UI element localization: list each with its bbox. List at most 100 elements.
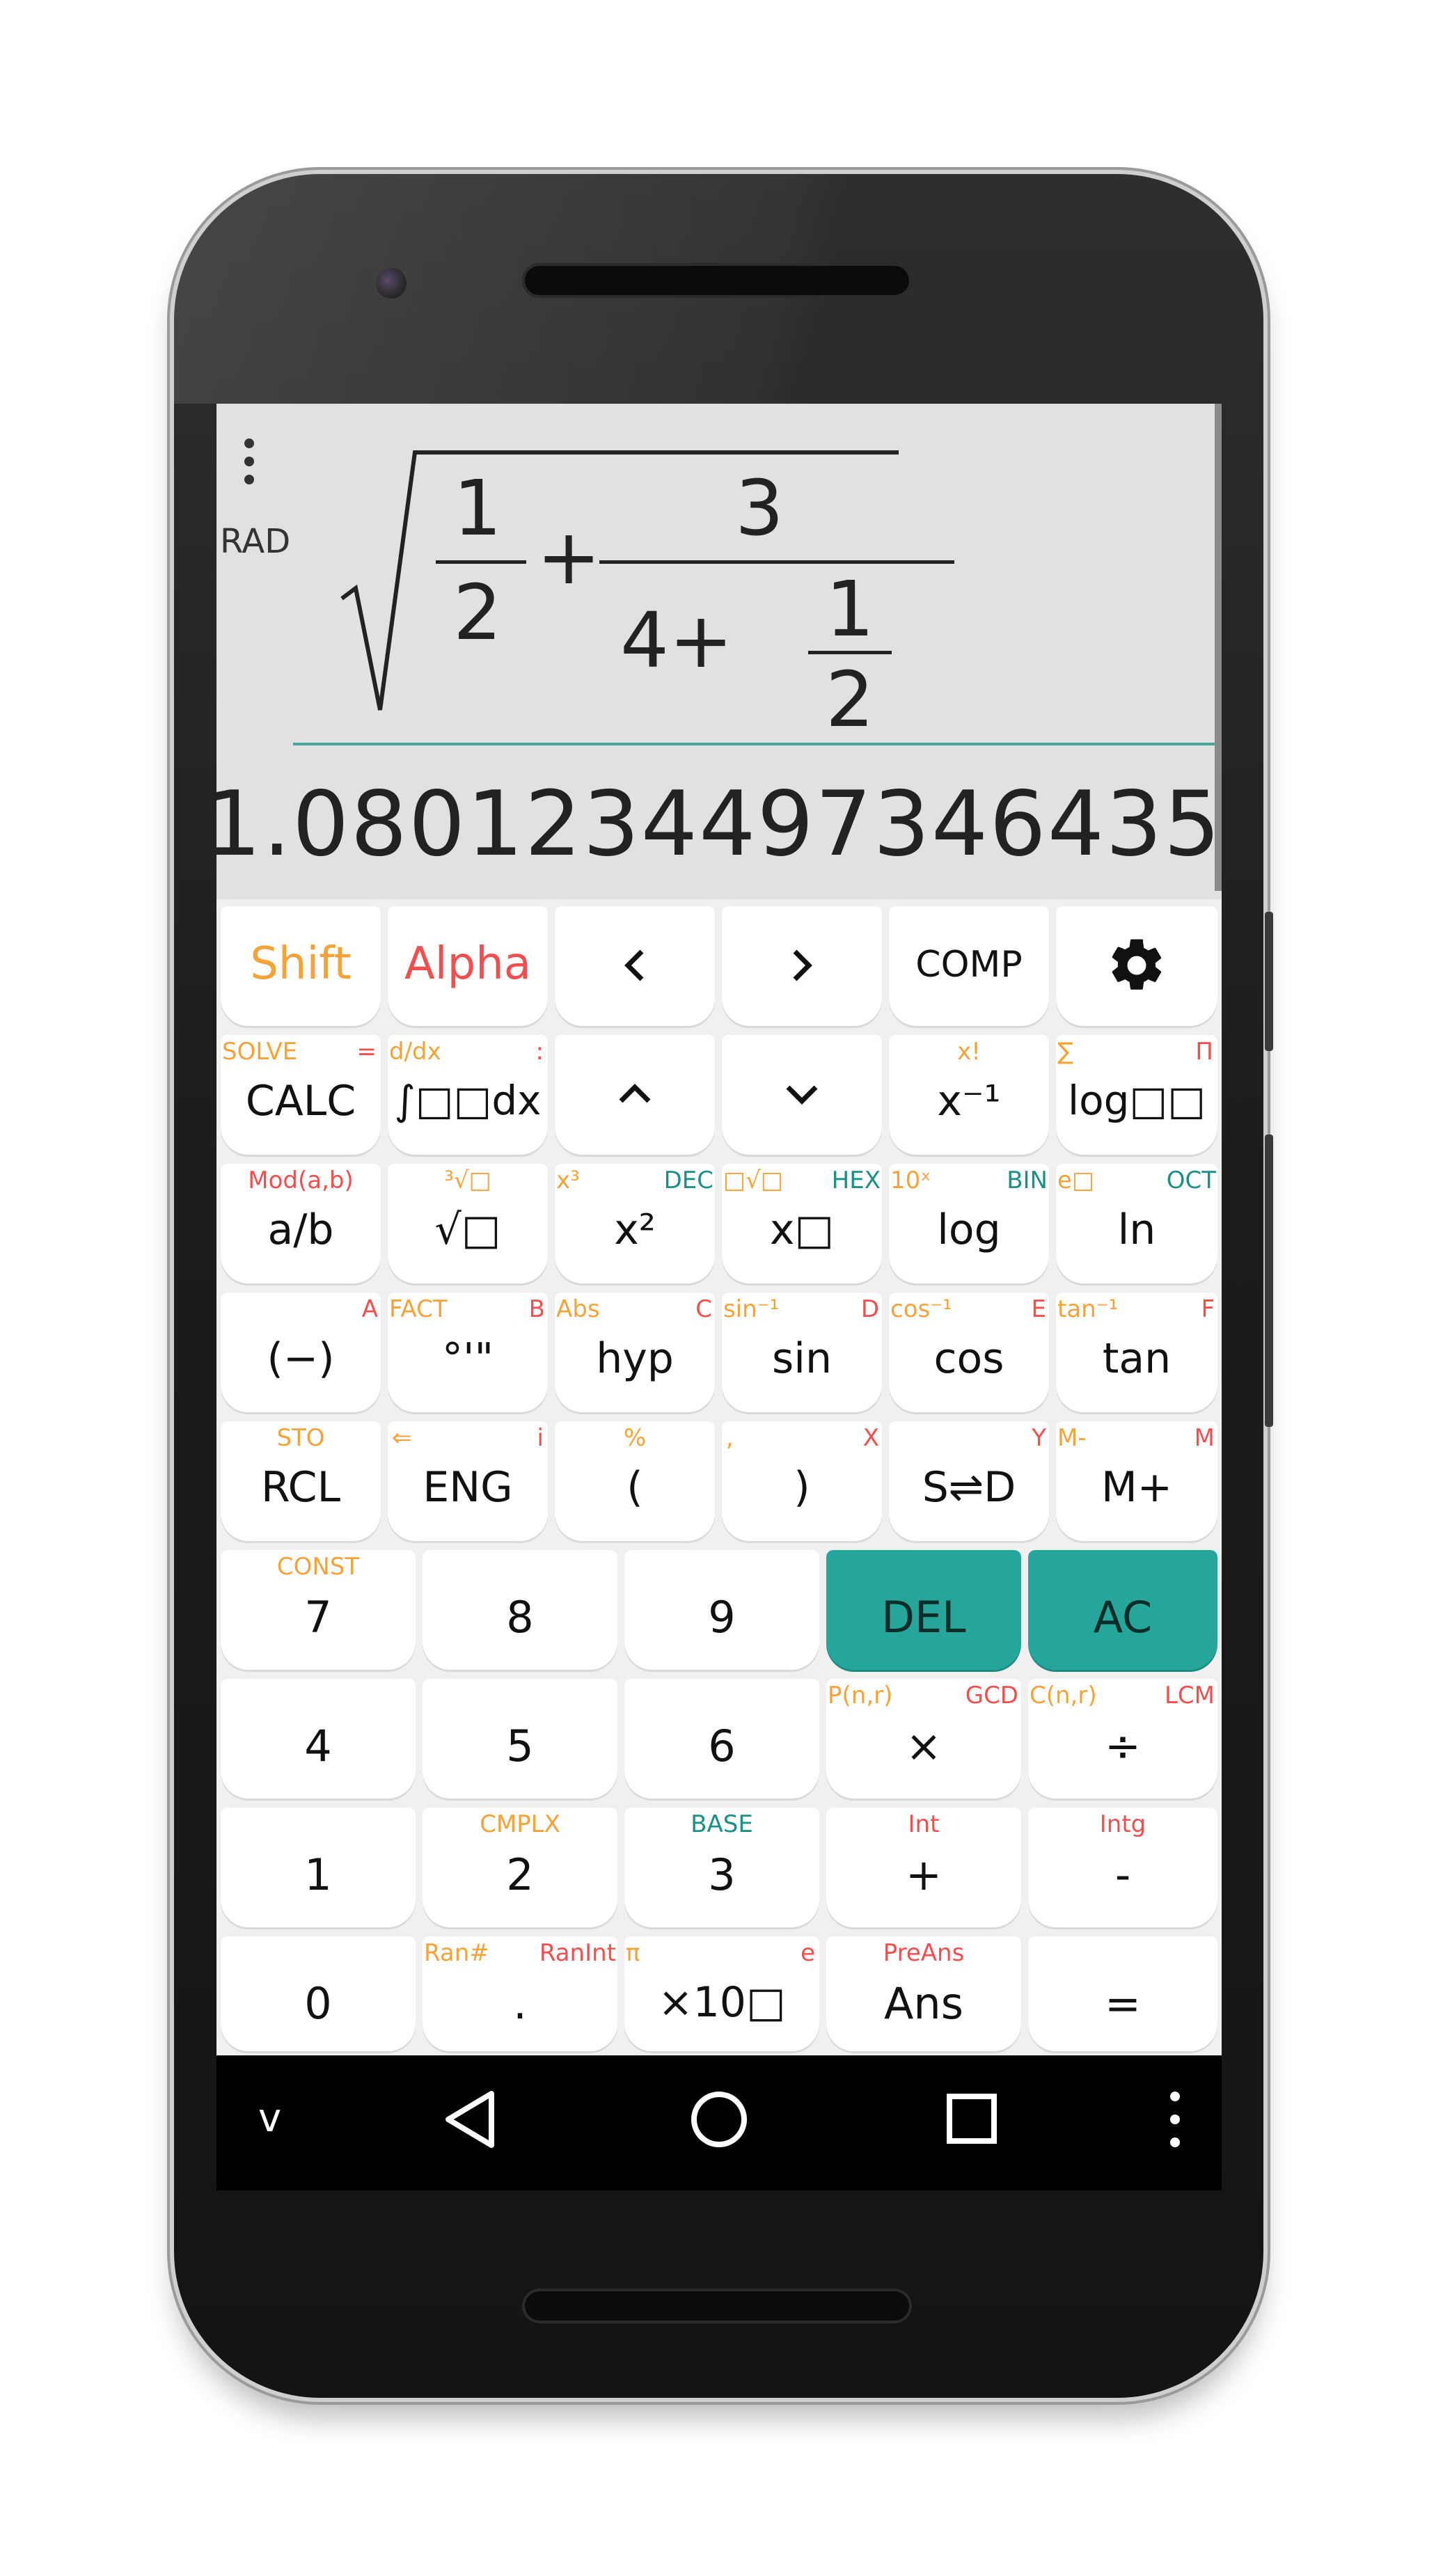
fact-secondary: FACT — [389, 1295, 448, 1323]
memory-plus-label: M+ — [1101, 1463, 1173, 1512]
nthroot-secondary: □√□ — [723, 1167, 783, 1194]
eng-button[interactable]: ⇐ i ENG — [388, 1421, 548, 1541]
minus-button[interactable]: Intg - — [1028, 1808, 1217, 1927]
ans-button[interactable]: PreAns Ans — [826, 1936, 1021, 2051]
digit-5-label: 5 — [506, 1721, 534, 1771]
power-button-key[interactable]: □√□ HEX x□ — [722, 1164, 882, 1283]
sin-button[interactable]: sin⁻¹ D sin — [722, 1293, 882, 1412]
permutation-secondary: P(n,r) — [828, 1682, 893, 1709]
square-button[interactable]: x³ DEC x² — [555, 1164, 715, 1283]
calculator-display: RAD 1 2 + 3 4+ 1 2 1.0801234497346435 — [216, 404, 1222, 899]
delete-button[interactable]: DEL — [826, 1550, 1021, 1670]
digit-5-button[interactable]: 5 — [423, 1679, 617, 1799]
back-icon[interactable] — [443, 2088, 498, 2151]
var-x-alpha: X — [862, 1424, 879, 1452]
digit-8-button[interactable]: 8 — [423, 1550, 617, 1670]
equals-button[interactable]: = — [1028, 1936, 1217, 2051]
digit-2-button[interactable]: CMPLX 2 — [423, 1808, 617, 1927]
digit-9-button[interactable]: 9 — [624, 1550, 819, 1670]
earpiece-speaker — [522, 263, 912, 298]
digit-3-button[interactable]: BASE 3 — [624, 1808, 819, 1927]
reciprocal-button[interactable]: x! x⁻¹ — [889, 1035, 1049, 1155]
divide-button[interactable]: C(n,r) LCM ÷ — [1028, 1679, 1217, 1799]
multiply-label: × — [906, 1721, 942, 1771]
digit-7-button[interactable]: CONST 7 — [221, 1550, 416, 1670]
arccos-secondary: cos⁻¹ — [890, 1295, 952, 1323]
negate-button[interactable]: A (−) — [221, 1293, 381, 1412]
sin-label: sin — [772, 1334, 832, 1383]
collapse-keyboard-button[interactable]: v — [258, 2096, 281, 2141]
sum-secondary: ∑ — [1057, 1038, 1073, 1066]
logbase-button[interactable]: ∑ Π log□□ — [1056, 1035, 1217, 1155]
expression-input[interactable]: 1 2 + 3 4+ 1 2 — [328, 432, 1094, 738]
result-value: 1.0801234497346435 — [216, 773, 1222, 876]
logbase-label: log□□ — [1067, 1077, 1206, 1124]
close-paren-button[interactable]: , X ) — [722, 1421, 882, 1541]
calc-button[interactable]: SOLVE = CALC — [221, 1035, 381, 1155]
chevron-right-icon — [793, 949, 812, 981]
android-navigation-bar: v — [216, 2055, 1222, 2190]
home-icon[interactable] — [688, 2088, 750, 2151]
cursor-left-button[interactable] — [555, 906, 715, 1026]
fraction2-bar — [599, 560, 954, 564]
overflow-menu-icon[interactable] — [1165, 2088, 1185, 2151]
display-scrollbar[interactable] — [1215, 404, 1222, 891]
settings-button[interactable] — [1056, 906, 1217, 1026]
cmplx-secondary: CMPLX — [480, 1810, 560, 1838]
digit-2-label: 2 — [506, 1849, 534, 1900]
cursor-down-button[interactable] — [722, 1035, 882, 1155]
digit-4-button[interactable]: 4 — [221, 1679, 416, 1799]
s-to-d-label: S⇌D — [922, 1463, 1016, 1512]
abs-secondary: Abs — [556, 1295, 600, 1323]
integral-label: ∫□□dx — [394, 1077, 542, 1124]
hyp-button[interactable]: Abs C hyp — [555, 1293, 715, 1412]
digit-0-button[interactable]: 0 — [221, 1936, 416, 2051]
degrees-button[interactable]: FACT B °'" — [388, 1293, 548, 1412]
rcl-button[interactable]: STO RCL — [221, 1421, 381, 1541]
all-clear-button[interactable]: AC — [1028, 1550, 1217, 1670]
mode-comp-button[interactable]: COMP — [889, 906, 1049, 1026]
alpha-button[interactable]: Alpha — [388, 906, 548, 1026]
digit-1-button[interactable]: 1 — [221, 1808, 416, 1927]
eng-label: ENG — [423, 1463, 513, 1512]
memory-plus-button[interactable]: M- M M+ — [1056, 1421, 1217, 1541]
digit-6-button[interactable]: 6 — [624, 1679, 819, 1799]
int-alpha: Int — [908, 1810, 940, 1838]
tan-button[interactable]: tan⁻¹ F tan — [1056, 1293, 1217, 1412]
phone-screen: RAD 1 2 + 3 4+ 1 2 1.0801234497346435 Sh… — [216, 404, 1222, 2190]
decimal-point-label: . — [513, 1978, 527, 2029]
cos-label: cos — [933, 1334, 1004, 1383]
fraction3-numerator: 1 — [826, 564, 874, 654]
display-menu-icon[interactable] — [244, 438, 255, 493]
open-paren-button[interactable]: % ( — [555, 1421, 715, 1541]
plus-button[interactable]: Int + — [826, 1808, 1021, 1927]
fraction2-numerator: 3 — [735, 464, 784, 553]
recents-icon[interactable] — [944, 2088, 1000, 2151]
fraction-button[interactable]: Mod(a,b) a/b — [221, 1164, 381, 1283]
multiply-button[interactable]: P(n,r) GCD × — [826, 1679, 1021, 1799]
var-y-alpha: Y — [1032, 1424, 1046, 1452]
decimal-point-button[interactable]: Ran# RanInt . — [423, 1936, 617, 2051]
shift-button[interactable]: Shift — [221, 906, 381, 1026]
const-secondary: CONST — [276, 1553, 360, 1581]
gear-icon — [1112, 939, 1162, 990]
square-label: x² — [614, 1206, 656, 1254]
times-ten-power-button[interactable]: π e ×10□ — [624, 1936, 819, 2051]
s-to-d-button[interactable]: Y S⇌D — [889, 1421, 1049, 1541]
memory-minus-secondary: M- — [1057, 1424, 1087, 1452]
cos-button[interactable]: cos⁻¹ E cos — [889, 1293, 1049, 1412]
ln-button[interactable]: e□ OCT ln — [1056, 1164, 1217, 1283]
comma-secondary: , — [726, 1424, 734, 1452]
cursor-right-button[interactable] — [722, 906, 882, 1026]
chevron-down-icon — [786, 1085, 818, 1105]
integral-button[interactable]: d/dx : ∫□□dx — [388, 1035, 548, 1155]
sqrt-button[interactable]: ³√□ √□ — [388, 1164, 548, 1283]
log-button[interactable]: 10ˣ BIN log — [889, 1164, 1049, 1283]
tan-label: tan — [1102, 1334, 1172, 1383]
log-label: log — [937, 1206, 1001, 1254]
arctan-secondary: tan⁻¹ — [1057, 1295, 1119, 1323]
chevron-left-icon — [624, 949, 644, 981]
dec-base: DEC — [663, 1167, 713, 1194]
var-a-alpha: A — [361, 1295, 378, 1323]
cursor-up-button[interactable] — [555, 1035, 715, 1155]
